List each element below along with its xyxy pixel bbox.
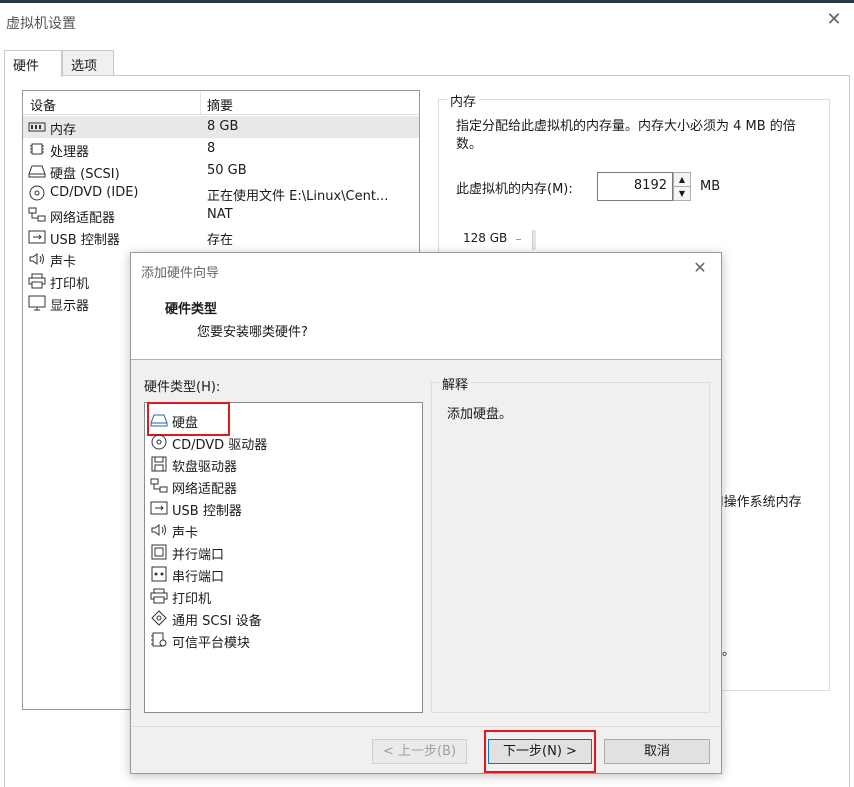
spin-up-icon[interactable]: ▲ <box>674 173 690 186</box>
memory-note-fragment: l操作系统内存 <box>720 495 802 510</box>
memory-unit: MB <box>700 179 721 194</box>
memory-icon <box>28 119 46 135</box>
dialog-subheading: 您要安装哪类硬件? <box>197 325 308 340</box>
sound-card-icon <box>28 251 46 267</box>
hardware-item-cd-dvd[interactable]: CD/DVD 驱动器 <box>145 431 422 453</box>
dialog-footer: < 上一步(B) 下一步(N) > 取消 <box>131 726 721 773</box>
scsi-icon <box>150 610 168 626</box>
hardware-item-tpm[interactable]: 可信平台模块 <box>145 629 422 651</box>
dialog-body: 硬件类型(H): 硬盘 CD/DVD 驱动器 软盘驱动器 网络适配器 USB 控… <box>131 360 721 726</box>
display-icon <box>28 295 46 311</box>
close-icon[interactable]: ✕ <box>691 259 709 277</box>
hardware-item-label: 通用 SCSI 设备 <box>172 614 262 629</box>
hardware-item-label: 可信平台模块 <box>172 636 251 651</box>
hardware-item-scsi[interactable]: 通用 SCSI 设备 <box>145 607 422 629</box>
device-summary: 存在 <box>207 233 234 248</box>
device-row-network[interactable]: 网络适配器 NAT <box>23 204 419 226</box>
next-button[interactable]: 下一步(N) > <box>488 739 592 764</box>
tab-hardware[interactable]: 硬件 <box>4 50 62 77</box>
window-top-border <box>0 0 854 3</box>
memory-scale-max-label: 128 GB <box>463 231 508 245</box>
dialog-heading: 硬件类型 <box>165 302 218 317</box>
hardware-item-label: 打印机 <box>172 592 212 607</box>
device-summary: NAT <box>207 207 233 222</box>
network-adapter-icon <box>150 478 168 494</box>
spin-down-icon[interactable]: ▼ <box>674 186 690 199</box>
hardware-item-parallel[interactable]: 并行端口 <box>145 541 422 563</box>
hardware-item-label: 声卡 <box>172 526 199 541</box>
hard-disk-icon <box>28 163 46 179</box>
device-list-header: 设备 摘要 <box>23 91 419 115</box>
hardware-item-printer[interactable]: 打印机 <box>145 585 422 607</box>
printer-icon <box>150 588 168 604</box>
hardware-item-hard-disk[interactable]: 硬盘 <box>145 402 422 436</box>
hardware-item-label: 网络适配器 <box>172 482 238 497</box>
device-name: 硬盘 (SCSI) <box>50 167 120 182</box>
device-summary: 8 <box>207 141 216 156</box>
hardware-type-label: 硬件类型(H): <box>144 380 221 395</box>
usb-icon <box>28 229 46 245</box>
device-name: USB 控制器 <box>50 233 120 248</box>
explanation-text: 添加硬盘。 <box>447 407 513 422</box>
cd-dvd-icon <box>150 434 168 450</box>
floppy-icon <box>150 456 168 472</box>
serial-port-icon <box>150 566 168 582</box>
processor-icon <box>28 141 46 157</box>
window-title: 虚拟机设置 <box>6 16 76 32</box>
usb-icon <box>150 500 168 516</box>
memory-description: 指定分配给此虚拟机的内存量。内存大小必须为 4 MB 的倍数。 <box>456 119 796 152</box>
memory-slider[interactable] <box>532 230 536 250</box>
device-summary: 50 GB <box>207 163 247 178</box>
memory-size-label: 此虚拟机的内存(M): <box>456 182 573 197</box>
device-row-processor[interactable]: 处理器 8 <box>23 138 419 160</box>
device-name: 显示器 <box>50 299 90 314</box>
hardware-item-label: 串行端口 <box>172 570 225 585</box>
memory-note-fragment-end: 。 <box>722 644 736 659</box>
hardware-item-label: CD/DVD 驱动器 <box>172 438 268 453</box>
tab-options[interactable]: 选项 <box>62 50 114 76</box>
memory-scale-tick <box>516 239 521 240</box>
memory-group-title: 内存 <box>447 91 480 110</box>
hardware-item-label: USB 控制器 <box>172 504 242 519</box>
column-device[interactable]: 设备 <box>30 95 56 114</box>
hardware-item-label: 并行端口 <box>172 548 225 563</box>
close-icon[interactable]: ✕ <box>824 10 844 30</box>
hardware-item-sound[interactable]: 声卡 <box>145 519 422 541</box>
cd-dvd-icon <box>28 185 46 201</box>
hardware-item-usb[interactable]: USB 控制器 <box>145 497 422 519</box>
hardware-item-label: 硬盘 <box>172 416 199 431</box>
hardware-type-list[interactable]: 硬盘 CD/DVD 驱动器 软盘驱动器 网络适配器 USB 控制器 声卡 并行端… <box>144 402 423 713</box>
hardware-item-label: 软盘驱动器 <box>172 460 238 475</box>
explanation-group: 解释 添加硬盘。 <box>431 374 710 713</box>
sound-card-icon <box>150 522 168 538</box>
network-adapter-icon <box>28 207 46 223</box>
device-name: 打印机 <box>50 277 90 292</box>
parallel-port-icon <box>150 544 168 560</box>
hardware-item-floppy[interactable]: 软盘驱动器 <box>145 453 422 475</box>
printer-icon <box>28 273 46 289</box>
explanation-title: 解释 <box>439 374 472 393</box>
add-hardware-wizard-dialog: 添加硬件向导 ✕ 硬件类型 您要安装哪类硬件? 硬件类型(H): 硬盘 CD/D… <box>130 252 722 774</box>
hardware-item-network[interactable]: 网络适配器 <box>145 475 422 497</box>
device-row-usb[interactable]: USB 控制器 存在 <box>23 226 419 248</box>
device-row-cd-dvd[interactable]: CD/DVD (IDE) 正在使用文件 E:\Linux\Cent... <box>23 182 419 204</box>
memory-size-input[interactable]: 8192 <box>597 172 673 201</box>
device-row-memory[interactable]: 内存 8 GB <box>23 116 419 138</box>
device-summary: 正在使用文件 E:\Linux\Cent... <box>207 189 389 204</box>
device-name: 声卡 <box>50 255 77 270</box>
device-name: CD/DVD (IDE) <box>50 185 139 200</box>
dialog-title: 添加硬件向导 <box>141 266 220 281</box>
hardware-item-serial[interactable]: 串行端口 <box>145 563 422 585</box>
hard-disk-icon <box>150 412 168 428</box>
tpm-icon <box>150 632 168 648</box>
device-name: 处理器 <box>50 145 90 160</box>
device-name: 网络适配器 <box>50 211 116 226</box>
device-name: 内存 <box>50 123 77 138</box>
cancel-button[interactable]: 取消 <box>604 739 710 764</box>
device-row-hard-disk[interactable]: 硬盘 (SCSI) 50 GB <box>23 160 419 182</box>
memory-size-spinner[interactable]: ▲ ▼ <box>673 172 691 201</box>
device-summary: 8 GB <box>207 119 239 134</box>
back-button[interactable]: < 上一步(B) <box>372 739 467 764</box>
column-summary[interactable]: 摘要 <box>207 95 233 114</box>
